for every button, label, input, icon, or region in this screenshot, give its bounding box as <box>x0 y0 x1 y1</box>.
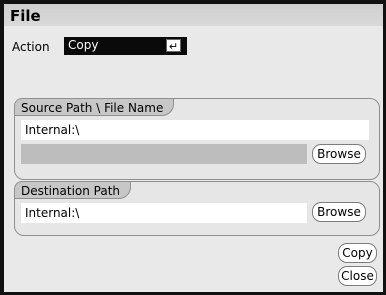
action-select[interactable]: Copy ↵ <box>64 37 187 55</box>
file-dialog: File Action Copy ↵ Source Path \ File Na… <box>0 0 386 295</box>
enter-icon: ↵ <box>166 39 181 53</box>
destination-path-field[interactable]: Internal:\ <box>21 203 307 223</box>
copy-button[interactable]: Copy <box>338 243 377 263</box>
source-file-field[interactable] <box>21 144 307 164</box>
dialog-title: File <box>10 7 41 25</box>
close-button[interactable]: Close <box>338 266 377 286</box>
action-label: Action <box>12 40 50 54</box>
source-path-group: Source Path \ File Name Internal:\ Brows… <box>14 98 380 180</box>
destination-path-tab: Destination Path <box>14 181 132 199</box>
destination-browse-button[interactable]: Browse <box>312 202 366 222</box>
action-select-value: Copy <box>68 38 99 52</box>
destination-path-group: Destination Path Internal:\ Browse <box>14 181 380 236</box>
source-path-tab: Source Path \ File Name <box>14 98 175 116</box>
dialog-content: Action Copy ↵ Source Path \ File Name In… <box>4 26 383 292</box>
source-path-field[interactable]: Internal:\ <box>21 120 369 140</box>
title-bar: File <box>4 0 383 26</box>
source-browse-button[interactable]: Browse <box>312 144 366 164</box>
